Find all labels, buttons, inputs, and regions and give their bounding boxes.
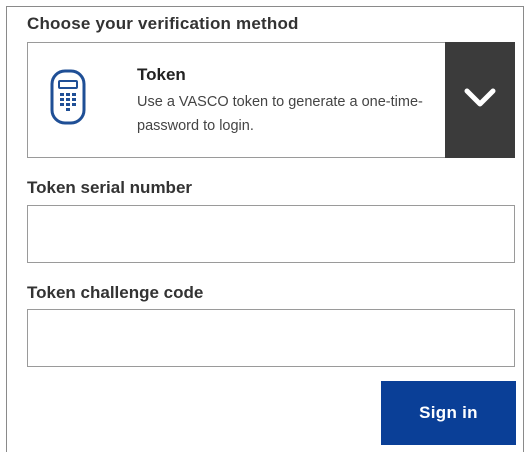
- serial-number-input[interactable]: [27, 205, 515, 263]
- chevron-down-icon: [463, 87, 497, 114]
- method-title: Token: [137, 65, 186, 84]
- page-title: Choose your verification method: [27, 14, 299, 33]
- challenge-code-label: Token challenge code: [27, 283, 204, 302]
- verification-method-select[interactable]: Token Use a VASCO token to generate a on…: [27, 42, 515, 158]
- token-device-icon: [48, 67, 88, 127]
- method-dropdown-toggle[interactable]: [445, 42, 515, 158]
- method-info: Token Use a VASCO token to generate a on…: [137, 65, 437, 138]
- method-description: Use a VASCO token to generate a one-time…: [137, 94, 423, 134]
- sign-in-button[interactable]: Sign in: [381, 381, 516, 445]
- serial-number-label: Token serial number: [27, 178, 193, 197]
- verification-page: Choose your verification method Token Us…: [0, 0, 531, 454]
- challenge-code-input[interactable]: [27, 309, 515, 367]
